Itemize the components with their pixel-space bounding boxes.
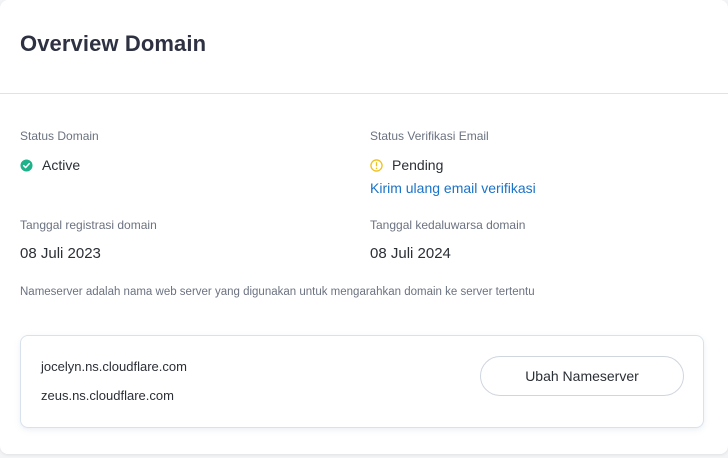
nameserver-item: jocelyn.ns.cloudflare.com (41, 359, 187, 374)
change-nameserver-button[interactable]: Ubah Nameserver (480, 356, 684, 396)
status-domain-text: Active (42, 157, 81, 173)
nameserver-item: zeus.ns.cloudflare.com (41, 388, 174, 403)
status-email-label: Status Verifikasi Email (370, 129, 489, 143)
registration-date-label: Tanggal registrasi domain (20, 218, 157, 232)
card-title: Overview Domain (20, 31, 207, 56)
nameserver-panel: jocelyn.ns.cloudflare.com zeus.ns.cloudf… (20, 335, 704, 428)
check-circle-icon (20, 158, 33, 172)
overview-domain-card: Overview Domain Status Domain Active Sta… (0, 0, 728, 454)
nameserver-description: Nameserver adalah nama web server yang d… (20, 286, 535, 298)
status-domain-label: Status Domain (20, 129, 99, 143)
status-domain-value: Active (20, 157, 80, 173)
card-header: Overview Domain (0, 0, 728, 94)
info-circle-icon (370, 158, 383, 172)
expiry-date-value: 08 Juli 2024 (370, 245, 451, 262)
registration-date-value: 08 Juli 2023 (20, 245, 101, 262)
expiry-date-label: Tanggal kedaluwarsa domain (370, 218, 526, 232)
status-email-text: Pending (392, 157, 444, 173)
resend-verification-link[interactable]: Kirim ulang email verifikasi (370, 180, 536, 196)
status-email-value: Pending (370, 157, 443, 173)
